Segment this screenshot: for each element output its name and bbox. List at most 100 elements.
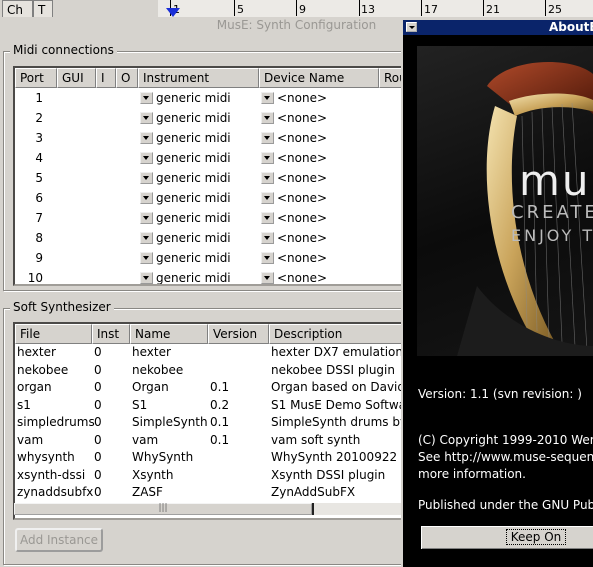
playhead-marker-icon[interactable] xyxy=(166,8,180,17)
instrument-dropdown-icon[interactable] xyxy=(140,272,153,284)
synth-table-row[interactable]: vam 0 vam 0.1 vam soft synth xyxy=(15,432,407,450)
device-dropdown-icon[interactable] xyxy=(261,232,274,244)
device-dropdown-icon[interactable] xyxy=(261,92,274,104)
hscroll-thumb[interactable]: ||| xyxy=(14,503,312,515)
about-dialog: AboutB xyxy=(401,20,593,567)
soft-synth-title: Soft Synthesizer xyxy=(10,300,114,314)
keep-on-label: Keep On xyxy=(505,529,567,545)
instrument-value[interactable]: generic midi xyxy=(156,208,231,228)
instrument-value[interactable]: generic midi xyxy=(156,88,231,108)
keep-on-button[interactable]: Keep On xyxy=(420,525,593,550)
header-gui[interactable]: GUI xyxy=(57,68,96,88)
soft-synth-table[interactable]: File Inst Name Version Description hexte… xyxy=(13,322,409,520)
instrument-dropdown-icon[interactable] xyxy=(140,112,153,124)
instrument-value[interactable]: generic midi xyxy=(156,108,231,128)
ruler-tick: 21 xyxy=(486,3,500,16)
instrument-value[interactable]: generic midi xyxy=(156,268,231,284)
add-instance-button[interactable]: Add Instance xyxy=(15,528,103,552)
synth-table-row[interactable]: s1 0 S1 0.2 S1 MusE Demo Softwa xyxy=(15,397,407,415)
midi-table-row[interactable]: 4 generic midi <none> xyxy=(15,148,407,168)
midi-table-row[interactable]: 10 generic midi <none> xyxy=(15,268,407,285)
ruler-tick: 25 xyxy=(548,3,562,16)
synth-table-row[interactable]: simpledrums 0 SimpleSynth 0.1 SimpleSynth dr… xyxy=(15,414,407,432)
midi-table-row[interactable]: 5 generic midi <none> xyxy=(15,168,407,188)
header-device-name[interactable]: Device Name xyxy=(259,68,379,88)
device-name-value[interactable]: <none> xyxy=(277,208,327,228)
device-dropdown-icon[interactable] xyxy=(261,152,274,164)
synth-name: ZASF xyxy=(132,485,163,499)
instrument-value[interactable]: generic midi xyxy=(156,188,231,208)
header-version[interactable]: Version xyxy=(208,324,269,344)
synth-table-row[interactable]: nekobee 0 nekobee nekobee DSSI plugin xyxy=(15,362,407,380)
midi-table-row[interactable]: 7 generic midi <none> xyxy=(15,208,407,228)
column-header-t[interactable]: T xyxy=(33,0,53,18)
midi-table-row[interactable]: 8 generic midi <none> xyxy=(15,228,407,248)
device-dropdown-icon[interactable] xyxy=(261,172,274,184)
device-name-value[interactable]: <none> xyxy=(277,188,327,208)
port-number: 2 xyxy=(35,111,43,125)
synth-table-row[interactable]: whysynth 0 WhySynth WhySynth 20100922 D xyxy=(15,449,407,467)
midi-table-row[interactable]: 2 generic midi <none> xyxy=(15,108,407,128)
device-dropdown-icon[interactable] xyxy=(261,272,274,284)
instrument-dropdown-icon[interactable] xyxy=(140,252,153,264)
ruler-tick: 17 xyxy=(424,3,438,16)
synth-table-hscrollbar[interactable]: ||| xyxy=(14,503,404,515)
synth-table-header: File Inst Name Version Description xyxy=(15,324,407,344)
midi-table-row[interactable]: 3 generic midi <none> xyxy=(15,128,407,148)
synth-table-row[interactable]: hexter 0 hexter hexter DX7 emulation ( xyxy=(15,344,407,362)
header-name[interactable]: Name xyxy=(130,324,208,344)
instrument-value[interactable]: generic midi xyxy=(156,128,231,148)
about-titlebar[interactable]: AboutB xyxy=(403,20,593,35)
header-i[interactable]: I xyxy=(96,68,116,88)
instrument-dropdown-icon[interactable] xyxy=(140,152,153,164)
time-ruler[interactable]: 1 5 9 13 17 21 25 xyxy=(158,0,593,18)
header-description[interactable]: Description xyxy=(269,324,407,344)
port-number: 6 xyxy=(35,191,43,205)
port-number: 4 xyxy=(35,151,43,165)
device-name-value[interactable]: <none> xyxy=(277,248,327,268)
device-name-value[interactable]: <none> xyxy=(277,128,327,148)
synth-table-row[interactable]: xsynth-dssi 0 Xsynth Xsynth DSSI plugin xyxy=(15,467,407,485)
device-dropdown-icon[interactable] xyxy=(261,132,274,144)
device-dropdown-icon[interactable] xyxy=(261,112,274,124)
device-dropdown-icon[interactable] xyxy=(261,252,274,264)
synth-table-row[interactable]: organ 0 Organ 0.1 Organ based on David A xyxy=(15,379,407,397)
column-header-ch[interactable]: Ch xyxy=(2,0,33,18)
midi-table-row[interactable]: 6 generic midi <none> xyxy=(15,188,407,208)
instrument-dropdown-icon[interactable] xyxy=(140,232,153,244)
midi-table-row[interactable]: 9 generic midi <none> xyxy=(15,248,407,268)
system-menu-icon[interactable] xyxy=(406,22,417,32)
header-port[interactable]: Port xyxy=(15,68,57,88)
synth-table-row[interactable]: zynaddsubfx 0 ZASF ZynAddSubFX xyxy=(15,484,407,502)
port-number: 1 xyxy=(35,91,43,105)
device-dropdown-icon[interactable] xyxy=(261,192,274,204)
device-dropdown-icon[interactable] xyxy=(261,212,274,224)
midi-table-row[interactable]: 1 generic midi <none> xyxy=(15,88,407,108)
ruler-tick: 5 xyxy=(237,3,244,16)
instrument-value[interactable]: generic midi xyxy=(156,168,231,188)
header-instrument[interactable]: Instrument xyxy=(138,68,259,88)
header-inst[interactable]: Inst xyxy=(92,324,130,344)
instrument-value[interactable]: generic midi xyxy=(156,148,231,168)
instrument-dropdown-icon[interactable] xyxy=(140,132,153,144)
port-number: 10 xyxy=(27,271,43,285)
port-number: 3 xyxy=(35,131,43,145)
instrument-dropdown-icon[interactable] xyxy=(140,92,153,104)
instrument-dropdown-icon[interactable] xyxy=(140,172,153,184)
device-name-value[interactable]: <none> xyxy=(277,168,327,188)
header-o[interactable]: O xyxy=(116,68,138,88)
instrument-value[interactable]: generic midi xyxy=(156,228,231,248)
synth-description: ZynAddSubFX xyxy=(271,485,356,499)
device-name-value[interactable]: <none> xyxy=(277,268,327,284)
port-number: 5 xyxy=(35,171,43,185)
header-file[interactable]: File xyxy=(15,324,92,344)
instrument-dropdown-icon[interactable] xyxy=(140,192,153,204)
device-name-value[interactable]: <none> xyxy=(277,228,327,248)
instrument-value[interactable]: generic midi xyxy=(156,248,231,268)
instrument-dropdown-icon[interactable] xyxy=(140,212,153,224)
midi-connections-table[interactable]: Port GUI I O Instrument Device Name Rou … xyxy=(13,66,409,286)
muse-logo-image: mu CREATE ENJOY T xyxy=(417,46,593,356)
device-name-value[interactable]: <none> xyxy=(277,88,327,108)
device-name-value[interactable]: <none> xyxy=(277,108,327,128)
device-name-value[interactable]: <none> xyxy=(277,148,327,168)
